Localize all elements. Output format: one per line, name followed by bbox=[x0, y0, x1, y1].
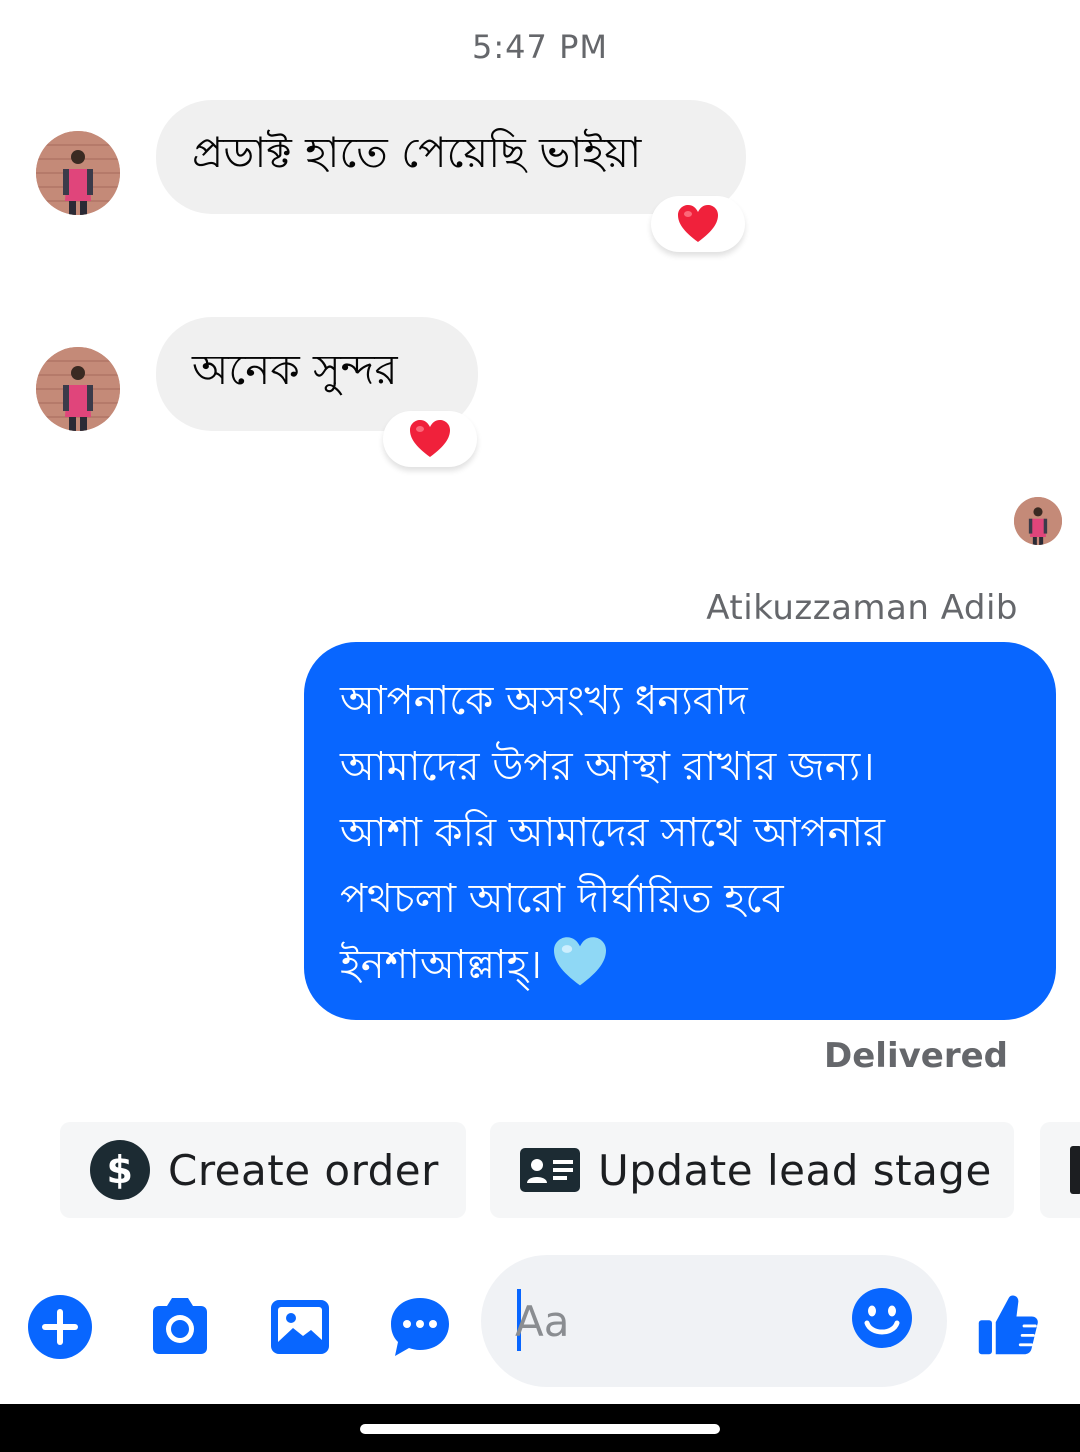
outgoing-message-line: আশা করি আমাদের সাথে আপনার bbox=[340, 810, 886, 856]
outgoing-message-line: ইনশাআল্লাহ্। bbox=[340, 942, 542, 988]
light-blue-heart-icon bbox=[553, 937, 606, 986]
plus-icon bbox=[28, 1295, 92, 1359]
outgoing-message-last-line: ইনশাআল্লাহ্। bbox=[340, 932, 1032, 998]
avatar-photo bbox=[36, 131, 120, 215]
incoming-message-bubble[interactable]: প্রডাক্ট হাতে পেয়েছি ভাইয়া bbox=[156, 100, 746, 214]
svg-text:$: $ bbox=[107, 1148, 134, 1192]
outgoing-message-line: পথচলা আরো দীর্ঘায়িত হবে bbox=[340, 876, 784, 922]
home-indicator[interactable] bbox=[360, 1424, 720, 1434]
outgoing-message-line: আমাদের উপর আস্থা রাখার জন্য। bbox=[340, 744, 875, 790]
more-actions-icon bbox=[1070, 1146, 1080, 1194]
id-card-icon bbox=[520, 1140, 580, 1200]
add-button[interactable] bbox=[27, 1294, 93, 1360]
message-composer[interactable] bbox=[481, 1255, 947, 1387]
incoming-message-text: অনেক সুন্দর bbox=[192, 345, 398, 394]
thread-timestamp: 5:47 PM bbox=[472, 28, 608, 66]
incoming-message-text: প্রডাক্ট হাতে পেয়েছি ভাইয়া bbox=[192, 128, 642, 177]
thumbs-up-icon bbox=[978, 1295, 1038, 1355]
outgoing-message-line: আপনাকে অসংখ্য ধন্যবাদ bbox=[340, 678, 748, 724]
emoji-button[interactable] bbox=[851, 1287, 913, 1349]
update-lead-stage-button[interactable]: Update lead stage bbox=[490, 1122, 1014, 1218]
update-lead-stage-label: Update lead stage bbox=[598, 1145, 992, 1195]
avatar-photo bbox=[1014, 497, 1062, 545]
avatar-photo bbox=[36, 347, 120, 431]
create-order-button[interactable]: $ Create order bbox=[60, 1122, 466, 1218]
camera-button[interactable] bbox=[147, 1294, 213, 1360]
system-navigation-bar bbox=[0, 1404, 1080, 1452]
sender-name: Atikuzzaman Adib bbox=[706, 588, 1018, 628]
message-input[interactable] bbox=[515, 1283, 835, 1359]
contact-avatar[interactable] bbox=[36, 347, 120, 431]
camera-icon bbox=[153, 1298, 207, 1354]
seen-avatar bbox=[1014, 497, 1062, 545]
more-actions-chip[interactable] bbox=[1040, 1122, 1080, 1218]
message-reaction[interactable] bbox=[651, 196, 745, 252]
dollar-circle-icon: $ bbox=[90, 1140, 150, 1200]
gallery-button[interactable] bbox=[267, 1294, 333, 1360]
gallery-icon bbox=[271, 1300, 329, 1354]
red-heart-icon bbox=[410, 420, 450, 457]
delivery-status: Delivered bbox=[824, 1036, 1008, 1076]
chat-options-button[interactable] bbox=[387, 1294, 453, 1360]
chat-bubble-icon bbox=[391, 1298, 449, 1356]
emoji-icon bbox=[852, 1288, 912, 1348]
contact-avatar[interactable] bbox=[36, 131, 120, 215]
red-heart-icon bbox=[678, 205, 718, 242]
outgoing-message-bubble[interactable]: আপনাকে অসংখ্য ধন্যবাদ আমাদের উপর আস্থা র… bbox=[304, 642, 1056, 1020]
create-order-label: Create order bbox=[168, 1145, 439, 1195]
message-reaction[interactable] bbox=[383, 411, 477, 467]
like-button[interactable] bbox=[975, 1290, 1041, 1360]
